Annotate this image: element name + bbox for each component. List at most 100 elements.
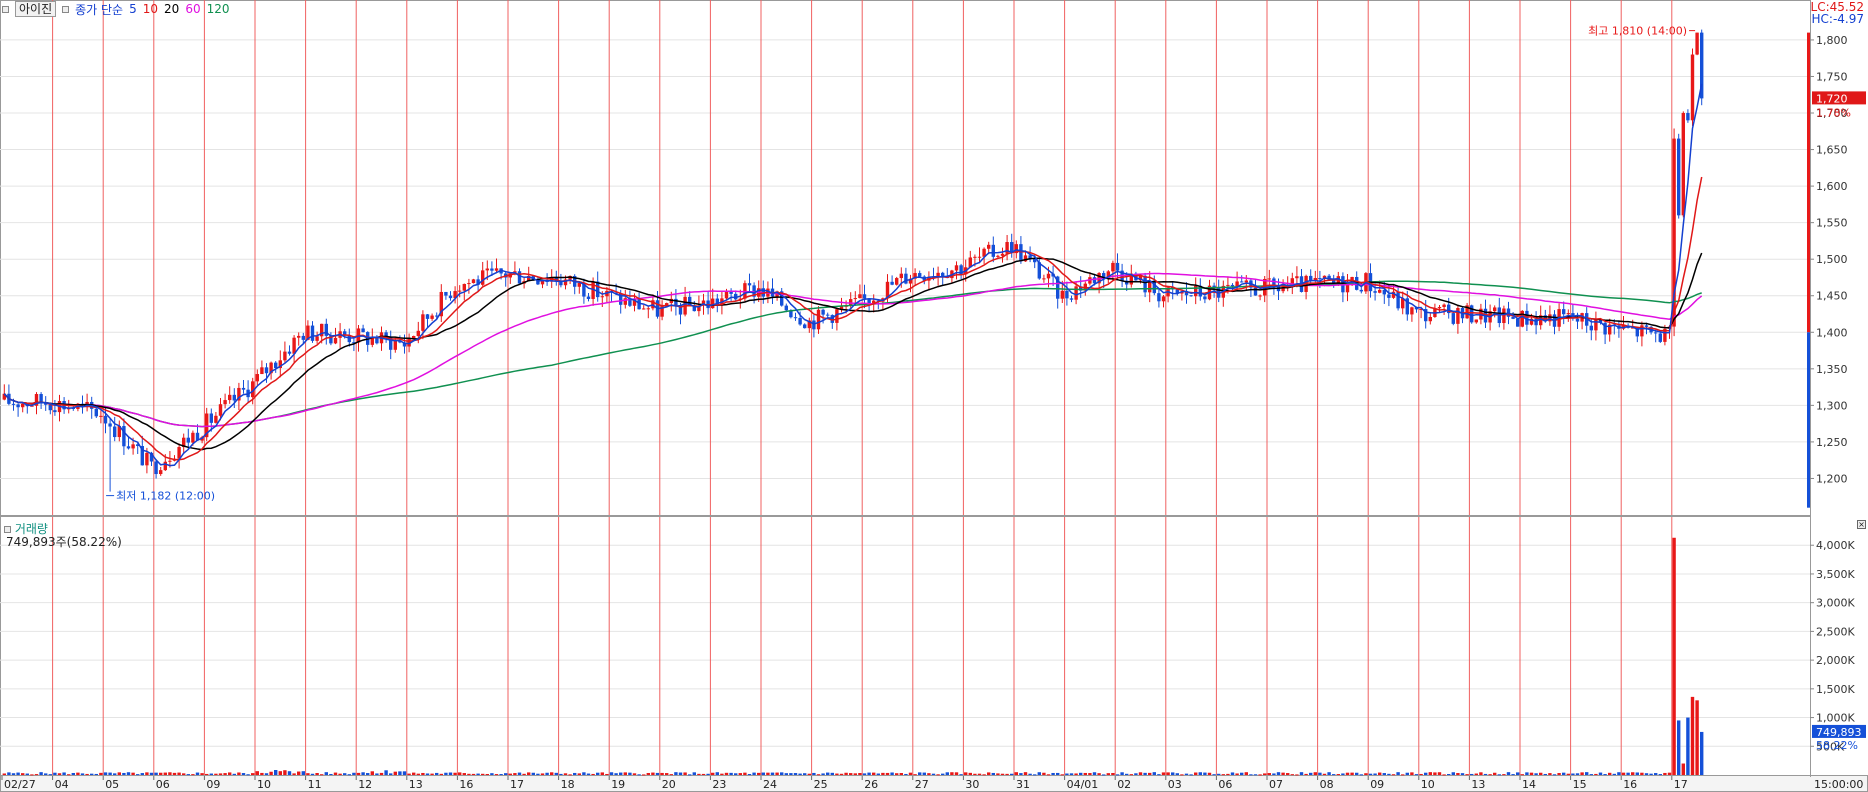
volume-bar[interactable] <box>1332 774 1336 776</box>
volume-bar[interactable] <box>407 773 411 775</box>
volume-bar[interactable] <box>458 772 462 775</box>
volume-bar[interactable] <box>1125 773 1129 775</box>
volume-bar[interactable] <box>1442 774 1446 776</box>
volume-bar[interactable] <box>1240 772 1244 775</box>
volume-bar[interactable] <box>895 773 899 775</box>
volume-bar[interactable] <box>435 772 439 775</box>
volume-bar[interactable] <box>1575 773 1580 775</box>
volume-bar[interactable] <box>34 774 39 776</box>
volume-bar[interactable] <box>918 772 922 775</box>
volume-bar[interactable] <box>402 771 407 775</box>
volume-bar[interactable] <box>1460 773 1465 775</box>
volume-bar[interactable] <box>651 772 655 775</box>
volume-bar[interactable] <box>57 773 62 775</box>
volume-bar[interactable] <box>1686 717 1690 775</box>
volume-bar[interactable] <box>393 771 397 775</box>
volume-bar[interactable] <box>1401 774 1405 776</box>
volume-bar[interactable] <box>715 772 719 775</box>
volume-bar[interactable] <box>881 772 885 775</box>
volume-bar[interactable] <box>899 773 903 775</box>
volume-bar[interactable] <box>996 773 1000 775</box>
volume-bar[interactable] <box>1603 774 1607 776</box>
volume-bar[interactable] <box>1479 772 1483 775</box>
volume-bar[interactable] <box>1313 772 1317 775</box>
volume-bar[interactable] <box>513 773 517 775</box>
volume-bar[interactable] <box>568 774 572 776</box>
volume-bar[interactable] <box>1589 774 1593 776</box>
volume-bar[interactable] <box>53 772 57 775</box>
volume-bar[interactable] <box>2 773 6 775</box>
volume-bar[interactable] <box>1552 774 1557 776</box>
volume-bar[interactable] <box>347 774 351 776</box>
volume-bar[interactable] <box>665 773 669 775</box>
volume-bar[interactable] <box>1281 772 1285 775</box>
volume-bar[interactable] <box>904 773 908 775</box>
volume-bar[interactable] <box>499 774 503 776</box>
volume-bar[interactable] <box>1644 773 1649 775</box>
volume-bar[interactable] <box>39 772 43 775</box>
candle[interactable] <box>895 276 899 286</box>
volume-bar[interactable] <box>1134 773 1138 775</box>
volume-bar[interactable] <box>7 772 11 775</box>
volume-bar[interactable] <box>1350 772 1354 775</box>
volume-bar[interactable] <box>1083 772 1087 775</box>
volume-bar[interactable] <box>205 773 209 775</box>
volume-bar[interactable] <box>531 772 535 775</box>
volume-bar[interactable] <box>412 772 416 775</box>
volume-bar[interactable] <box>172 772 177 775</box>
volume-bar[interactable] <box>582 772 586 775</box>
volume-bar[interactable] <box>191 774 195 776</box>
volume-bar[interactable] <box>596 772 600 775</box>
volume-bar[interactable] <box>637 774 641 776</box>
volume-bar[interactable] <box>821 773 825 775</box>
volume-bar[interactable] <box>1543 773 1547 775</box>
volume-bar[interactable] <box>99 772 103 775</box>
volume-bar[interactable] <box>352 772 356 775</box>
volume-bar[interactable] <box>1456 773 1460 775</box>
volume-bar[interactable] <box>430 773 434 775</box>
volume-bar[interactable] <box>1391 774 1396 776</box>
volume-bar[interactable] <box>333 772 338 775</box>
volume-bar[interactable] <box>720 773 724 775</box>
volume-bar[interactable] <box>711 772 715 775</box>
volume-bar[interactable] <box>747 773 752 775</box>
volume-bar[interactable] <box>1621 772 1626 775</box>
volume-bar[interactable] <box>642 774 646 776</box>
volume-bar[interactable] <box>655 772 660 775</box>
chart-canvas[interactable]: 1,200 1,250 1,300 1,350 1,400 1,450 1,500 1,550… <box>0 0 1868 792</box>
volume-bar[interactable] <box>1612 773 1616 775</box>
volume-bar[interactable] <box>21 773 25 775</box>
volume-bar[interactable] <box>375 773 379 775</box>
volume-bar[interactable] <box>1428 772 1432 775</box>
volume-bar[interactable] <box>609 772 614 775</box>
volume-bar[interactable] <box>1483 773 1488 775</box>
volume-bar[interactable] <box>885 772 890 775</box>
volume-bar[interactable] <box>1419 773 1423 775</box>
volume-bar[interactable] <box>1562 772 1566 775</box>
volume-bar[interactable] <box>1617 772 1621 775</box>
volume-bar[interactable] <box>536 773 540 775</box>
volume-bar[interactable] <box>849 773 853 775</box>
ma-period-10[interactable]: 10 <box>143 2 158 16</box>
volume-bar[interactable] <box>1437 772 1442 775</box>
volume-bar[interactable] <box>1585 772 1589 775</box>
volume-bar[interactable] <box>591 773 595 775</box>
volume-bar[interactable] <box>1525 772 1529 775</box>
volume-bar[interactable] <box>945 772 949 775</box>
volume-bar[interactable] <box>228 772 232 775</box>
volume-bar[interactable] <box>1318 772 1322 775</box>
volume-bar[interactable] <box>11 773 16 775</box>
volume-bar[interactable] <box>1465 774 1469 776</box>
volume-bar[interactable] <box>343 773 347 775</box>
volume-bar[interactable] <box>159 772 163 775</box>
volume-bar[interactable] <box>757 772 761 775</box>
volume-bar[interactable] <box>1631 772 1635 775</box>
volume-bar[interactable] <box>1672 537 1676 775</box>
volume-bar[interactable] <box>113 773 117 775</box>
volume-bar[interactable] <box>1235 773 1239 775</box>
volume-bar[interactable] <box>1019 773 1023 775</box>
volume-bar[interactable] <box>366 773 370 775</box>
volume-bar[interactable] <box>936 774 940 776</box>
volume-bar[interactable] <box>25 773 29 775</box>
volume-bar[interactable] <box>186 774 190 776</box>
